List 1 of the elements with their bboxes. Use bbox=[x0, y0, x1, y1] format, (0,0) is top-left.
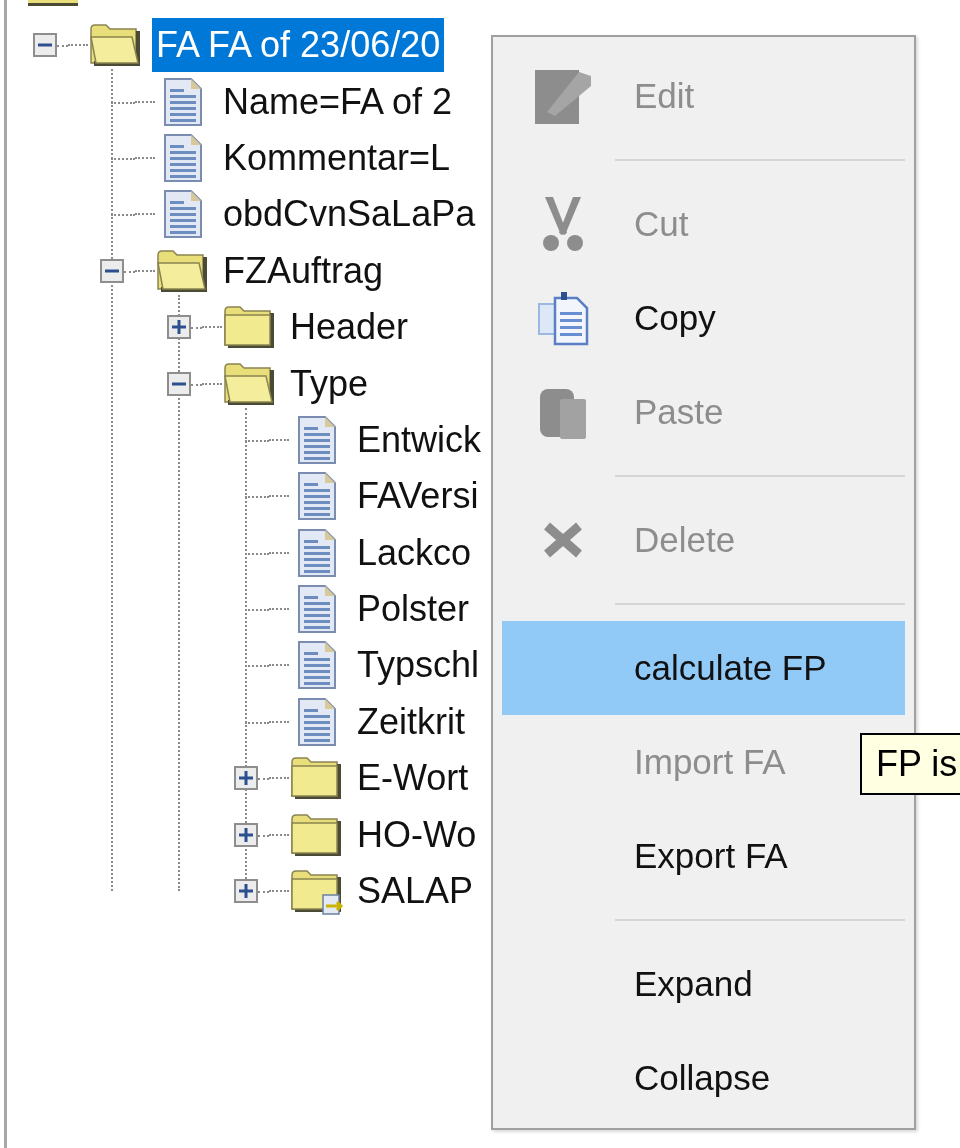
tooltip: FP is bbox=[860, 733, 960, 795]
